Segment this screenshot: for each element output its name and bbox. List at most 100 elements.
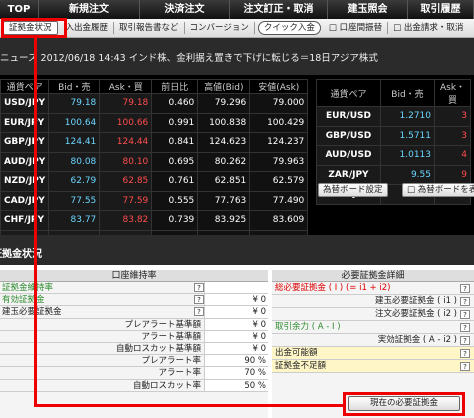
ask-price[interactable]: 80.10: [99, 151, 153, 172]
bid-price[interactable]: 9.55: [380, 164, 435, 185]
required-margin-label: 証拠金不足額: [275, 360, 327, 371]
show-rate-board-button[interactable]: □ 為替ボードを表示: [402, 183, 474, 197]
rate-row-2[interactable]: EUR/USD 1.2710 3: [316, 106, 471, 127]
rate-row[interactable]: EUR/JPY 100.64 100.66 0.991 100.838 100.429: [0, 112, 309, 133]
nav-trade-history[interactable]: 取引履歴: [408, 0, 474, 19]
nav-new-order[interactable]: 新規注文: [39, 0, 140, 19]
required-margin-label: 取引余力 ( A - I ): [275, 321, 341, 332]
bid-price[interactable]: 1.2710: [380, 106, 435, 127]
col-ask: Ask・買: [99, 79, 153, 94]
rate-row[interactable]: USD/JPY 79.18 79.18 0.460 79.296 79.000: [0, 93, 309, 114]
maintenance-label: プレアラート基準額: [124, 319, 201, 330]
ask-price[interactable]: 3: [434, 106, 471, 127]
bid-price[interactable]: 1.0113: [380, 145, 435, 166]
subnav-withdrawal-label: 出金請求・取消: [403, 23, 464, 33]
required-margin-row: 建玉必要証拠金 ( i1 )?: [272, 295, 474, 308]
bid-price[interactable]: 80.08: [48, 151, 101, 172]
help-icon[interactable]: ?: [460, 296, 470, 306]
nav-settlement-order[interactable]: 決済注文: [140, 0, 230, 19]
subnav-conversion[interactable]: コンバージョン: [185, 22, 255, 34]
bid-price[interactable]: 62.79: [48, 171, 101, 192]
col-high: 高値(Bid): [197, 79, 251, 94]
currency-pair: AUD/JPY: [0, 151, 50, 172]
help-icon[interactable]: ?: [194, 295, 204, 305]
nav-positions[interactable]: 建玉照会: [328, 0, 408, 19]
rate-row[interactable]: AUD/JPY 80.08 80.10 0.695 80.262 79.963: [0, 151, 309, 172]
rate-row-2[interactable]: AUD/USD 1.0113 4: [316, 145, 471, 166]
help-icon[interactable]: ?: [460, 361, 470, 371]
maintenance-label: 証拠金維持率: [2, 283, 54, 293]
maintenance-label: プレアラート率: [141, 356, 201, 367]
maintenance-row: 自動ロスカット基準額 ¥ 0: [0, 342, 268, 356]
low-ask: 62.579: [249, 171, 309, 192]
maintenance-value: [204, 282, 268, 294]
maintenance-row: アラート基準額 ¥ 0: [0, 330, 268, 343]
subnav-withdrawal[interactable]: □ 出金請求・取消: [388, 22, 468, 34]
ask-price[interactable]: 100.66: [99, 112, 153, 133]
bid-price[interactable]: 77.55: [48, 190, 101, 211]
subnav-deposit-history[interactable]: 入出金履歴: [61, 22, 115, 34]
help-icon[interactable]: ?: [460, 348, 470, 358]
margin-status-header: 証拠金状況: [0, 235, 474, 265]
maintenance-panel: 口座維持率 証拠金維持率? 有効証拠金? ¥ 0 建玉必要証拠金? ¥ 0 プレアラート基…: [0, 270, 268, 418]
maintenance-row: アラート率 70 %: [0, 367, 268, 380]
arrow-line-vertical: [34, 37, 37, 407]
bid-price[interactable]: 79.18: [48, 93, 101, 114]
subnav-account-transfer[interactable]: □ 口座間振替: [324, 22, 389, 34]
required-margin-label: 建玉必要証拠金 ( i1 ): [374, 295, 457, 306]
required-margin-row: 実効証拠金 ( A - i2 )?: [272, 334, 474, 347]
help-icon[interactable]: ?: [460, 309, 470, 319]
bid-price[interactable]: 83.77: [48, 210, 101, 231]
required-margin-row: 取引余力 ( A - I )?: [272, 321, 474, 334]
help-icon[interactable]: ?: [194, 283, 204, 292]
low-ask: 124.237: [249, 132, 309, 153]
news-bar: ニュース 2012/06/18 14:43 インド株、金利据え置きで下げに転じる…: [0, 38, 474, 75]
ask-price[interactable]: 79.18: [99, 93, 153, 114]
subnav-trade-reports[interactable]: 取引報告書など: [114, 22, 185, 34]
top-navigation: TOP 新規注文 決済注文 注文訂正・取消 建玉照会 取引履歴: [0, 0, 474, 19]
ask-price[interactable]: 3: [434, 125, 471, 146]
help-icon[interactable]: ?: [460, 283, 470, 293]
ask-price[interactable]: 62.85: [99, 171, 153, 192]
rate-table: 通貨ペア Bid・売 Ask・買 前日比 高値(Bid) 安値(Ask) USD…: [0, 79, 309, 250]
quick-deposit-button[interactable]: クイック入金: [257, 21, 321, 35]
rate-row[interactable]: CAD/JPY 77.55 77.59 0.555 77.763 77.490: [0, 190, 309, 211]
maintenance-value: ¥ 0: [204, 318, 268, 330]
maintenance-value: 50 %: [204, 379, 268, 391]
rate-row-2[interactable]: GBP/USD 1.5711 3: [316, 125, 471, 146]
rate-row[interactable]: GBP/JPY 124.41 124.44 0.841 124.623 124.237: [0, 132, 309, 153]
prev-change: 0.555: [151, 190, 199, 211]
nav-order-modify[interactable]: 注文訂正・取消: [230, 0, 328, 19]
highlight-current-margin-button: [343, 392, 465, 416]
help-icon[interactable]: ?: [460, 335, 470, 345]
bid-price[interactable]: 1.5711: [380, 125, 435, 146]
ask-price[interactable]: 4: [434, 145, 471, 166]
currency-pair: EUR/JPY: [0, 112, 50, 133]
ask-price[interactable]: 77.59: [99, 190, 153, 211]
ask-price[interactable]: 124.44: [99, 132, 153, 153]
col-bid: Bid・売: [48, 79, 101, 94]
prev-change: 0.991: [151, 112, 199, 133]
rate-row[interactable]: NZD/JPY 62.79 62.85 0.761 62.851 62.579: [0, 171, 309, 192]
currency-pair: CAD/JPY: [0, 190, 50, 211]
rate-row-2[interactable]: ZAR/JPY 9.55 9: [316, 164, 471, 185]
news-headline[interactable]: ニュース 2012/06/18 14:43 インド株、金利据え置きで下げに転じる…: [0, 50, 378, 64]
maintenance-value: 90 %: [204, 355, 268, 367]
help-icon[interactable]: ?: [194, 307, 204, 317]
maintenance-label: アラート率: [158, 368, 201, 379]
rate-row[interactable]: CHF/JPY 83.77 83.82 0.739 83.925 83.609: [0, 210, 309, 231]
help-icon[interactable]: ?: [460, 322, 470, 332]
low-ask: 77.490: [249, 190, 309, 211]
ask-price[interactable]: 83.82: [99, 210, 153, 231]
maintenance-label: アラート基準額: [141, 331, 201, 342]
maintenance-row: 自動ロスカット率 50 %: [0, 379, 268, 392]
col-prev: 前日比: [151, 79, 199, 94]
rate-board-settings-button[interactable]: 為替ボード設定: [318, 183, 388, 197]
maintenance-value: ¥ 0: [204, 342, 268, 355]
nav-top[interactable]: TOP: [0, 0, 39, 19]
bid-price[interactable]: 124.41: [48, 132, 101, 153]
bid-price[interactable]: 100.64: [48, 112, 101, 133]
maintenance-row: 建玉必要証拠金? ¥ 0: [0, 306, 268, 319]
ask-price[interactable]: 9: [434, 164, 471, 185]
currency-pair: GBP/JPY: [0, 132, 50, 153]
